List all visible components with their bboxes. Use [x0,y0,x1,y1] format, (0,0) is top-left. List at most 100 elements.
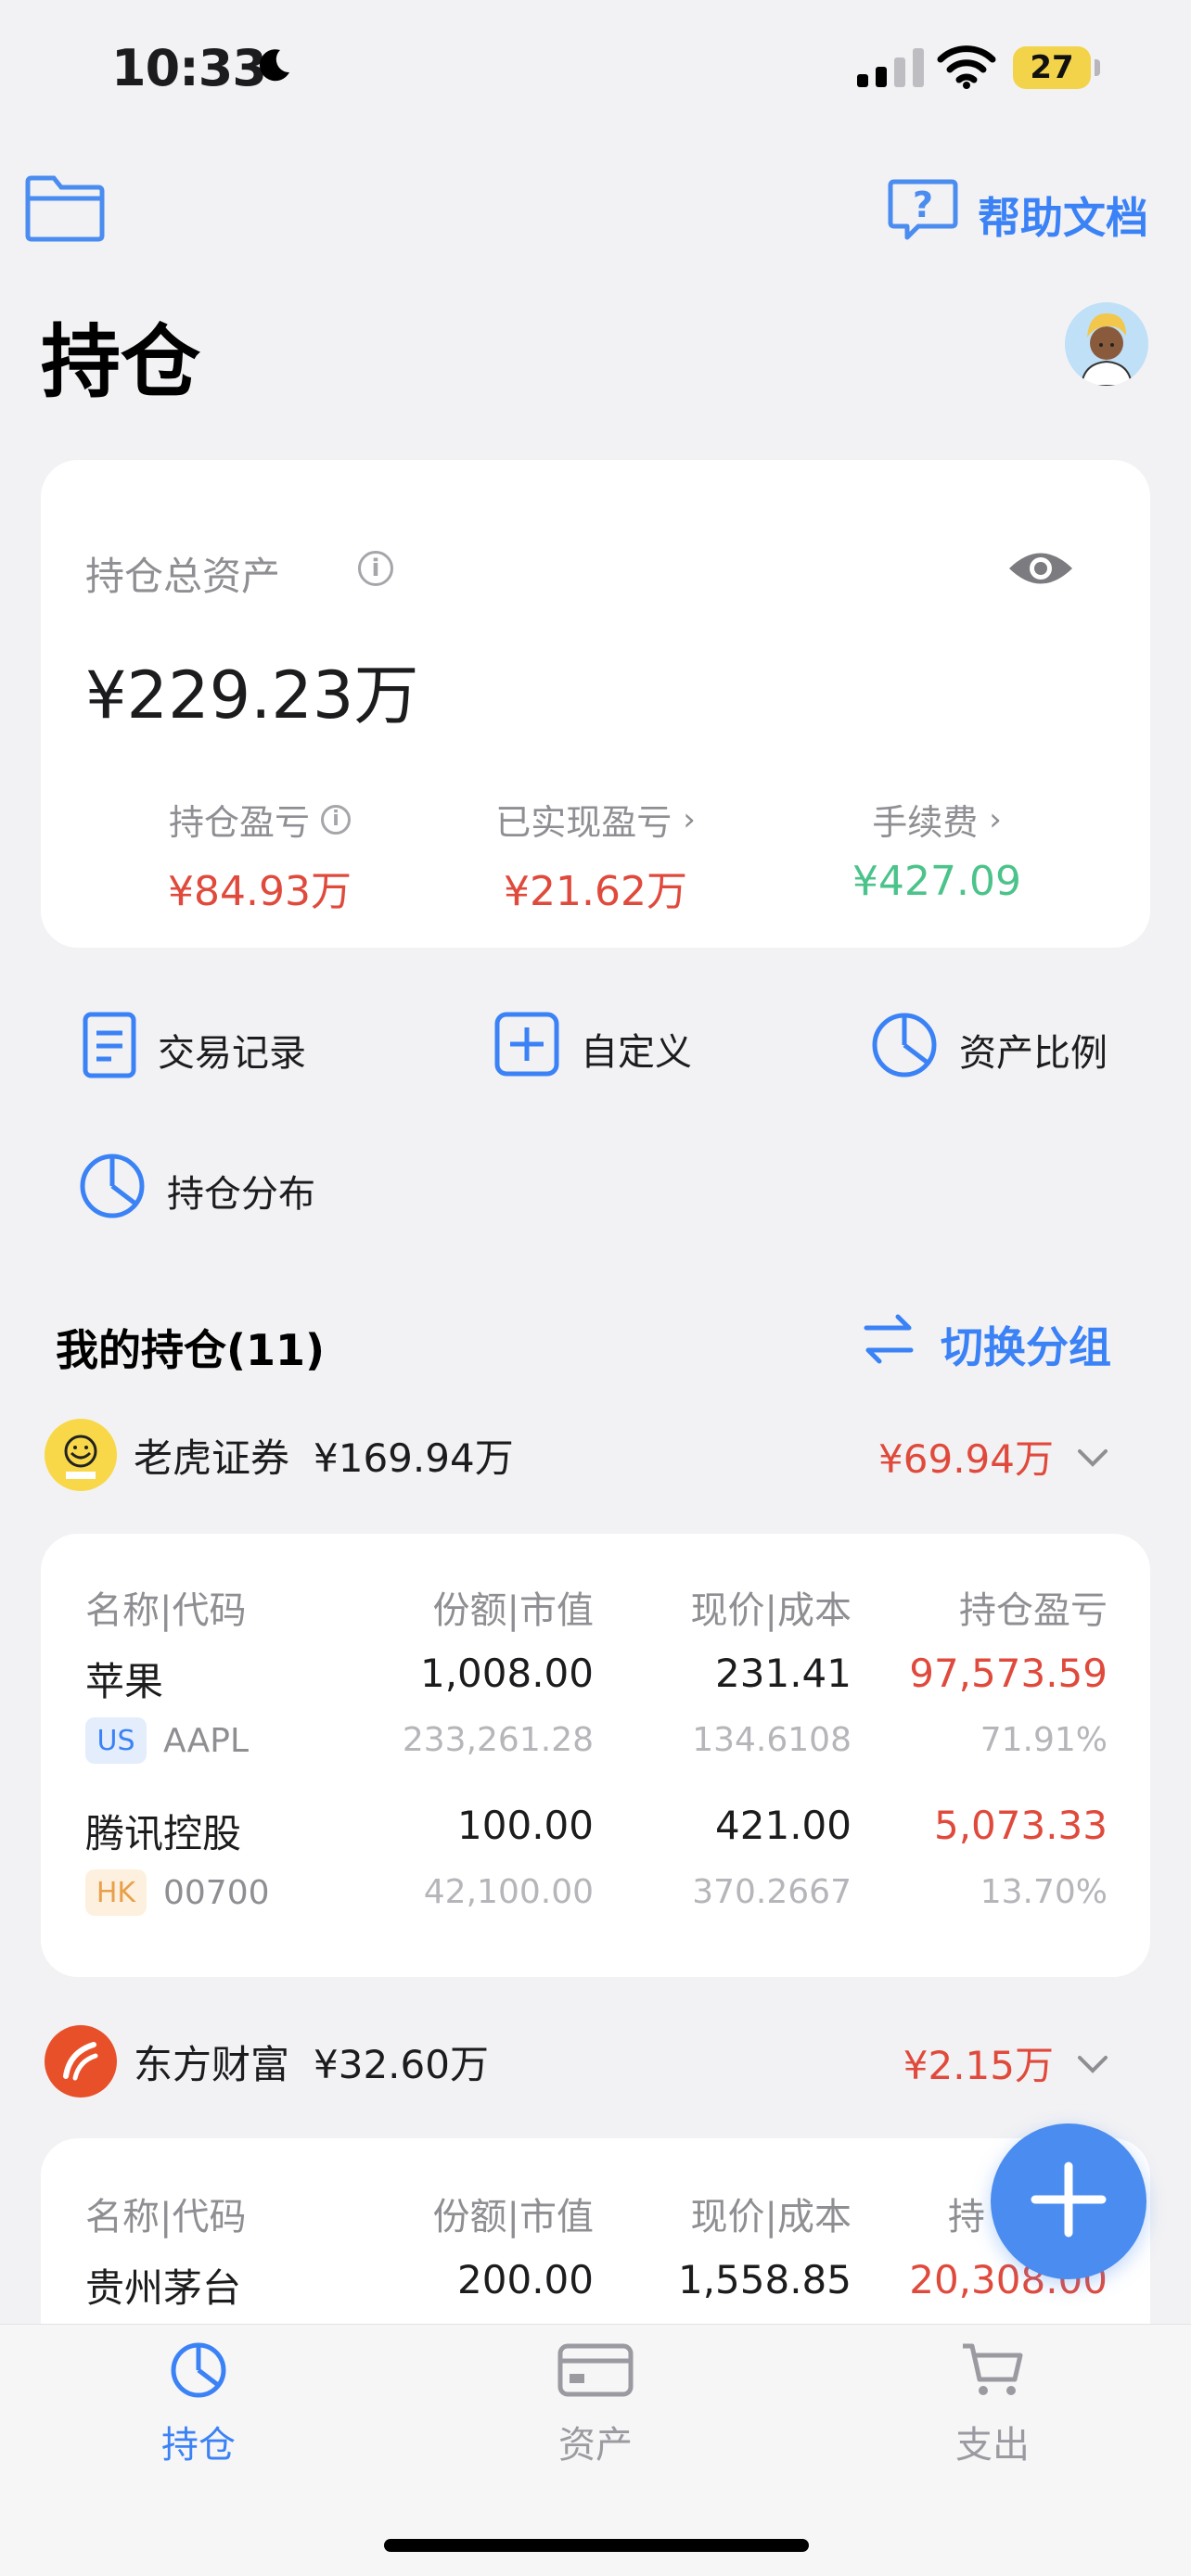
info-icon: i [321,804,351,835]
broker-name: 东方财富 [134,2041,290,2087]
tab-assets[interactable]: 资产 [484,2340,707,2468]
status-time: 10:33 [111,39,267,97]
stat-position-pnl[interactable]: 持仓盈亏 i ¥84.93万 [111,794,408,917]
eastmoney-logo-icon [45,2025,117,2098]
tiger-logo-icon [45,1419,117,1491]
stat-value: ¥84.93万 [168,868,352,915]
tab-label: 资产 [558,2424,633,2467]
battery-tip [1095,59,1100,76]
column-header: 份额|市值 [432,1589,594,1632]
broker-name: 老虎证券 [134,1435,290,1481]
shares: 200.00 [457,2257,594,2302]
tab-label: 持仓 [161,2424,236,2467]
tab-expenses[interactable]: 支出 [881,2340,1104,2468]
pie-chart-icon [870,1011,939,1089]
plus-square-icon [493,1011,560,1087]
stat-label: 手续费 [872,802,979,843]
stock-name[interactable]: 贵州茅台 [85,2257,241,2314]
stock-name[interactable]: 腾讯控股 [85,1803,241,1859]
market-value: 42,100.00 [423,1873,594,1911]
broker-amount: ¥169.94万 [314,1435,514,1481]
total-assets-label: 持仓总资产 [85,554,281,599]
current-price: 1,558.85 [677,2257,852,2302]
action-customize[interactable]: 自定义 [493,1011,692,1087]
stock-name[interactable]: 苹果 [85,1651,163,1707]
stat-value: ¥427.09 [852,858,1021,905]
pnl-percent: 71.91% [980,1721,1108,1759]
chevron-down-icon [1076,2040,1109,2085]
switch-group-button[interactable]: 切换分组 [863,1311,1111,1377]
broker-pnl: ¥69.94万 [878,1436,1054,1482]
card-icon [557,2340,634,2409]
chevron-right-icon: › [989,800,1002,838]
market-value: 233,261.28 [402,1721,594,1759]
action-label: 资产比例 [959,1032,1108,1075]
avatar[interactable] [1065,302,1148,386]
cellular-signal-icon [857,46,924,87]
pie-chart-icon [78,1152,147,1230]
moon-icon [256,46,293,87]
tab-label: 支出 [955,2424,1030,2467]
column-header: 名称|代码 [85,1589,247,1632]
broker-pnl: ¥2.15万 [903,2043,1054,2088]
help-docs-button[interactable]: ? 帮助文档 [887,176,1148,253]
stock-code: 00700 [163,1873,270,1912]
swap-arrows-icon [863,1311,915,1377]
cost-price: 134.6108 [692,1721,852,1759]
stat-fees[interactable]: 手续费 › ¥427.09 [788,794,1085,906]
switch-group-label: 切换分组 [941,1321,1111,1372]
shares: 100.00 [457,1803,594,1848]
tab-holdings[interactable]: 持仓 [87,2340,310,2468]
add-holding-button[interactable] [991,2123,1146,2279]
stat-realized-pnl[interactable]: 已实现盈亏 › ¥21.62万 [447,794,744,917]
column-header: 持仓盈亏 [959,1589,1108,1632]
broker-header-eastmoney[interactable]: 东方财富 ¥32.60万 [45,2025,489,2098]
action-asset-ratio[interactable]: 资产比例 [870,1011,1108,1089]
eye-icon[interactable] [1005,545,1076,595]
broker-amount: ¥32.60万 [314,2041,489,2087]
stock-code-group: HK 00700 [85,1869,270,1916]
column-header: 名称|代码 [85,2196,247,2238]
column-header: 现价|成本 [690,1589,852,1632]
current-price: 231.41 [715,1651,852,1696]
action-label: 持仓分布 [167,1173,315,1216]
action-label: 交易记录 [158,1032,306,1075]
column-header: 现价|成本 [690,2196,852,2238]
broker-pnl-toggle[interactable]: ¥2.15万 [903,2034,1109,2091]
action-position-distribution[interactable]: 持仓分布 [78,1152,315,1230]
pnl-percent: 13.70% [980,1873,1108,1911]
svg-text:?: ? [913,185,933,225]
market-tag: HK [85,1869,147,1916]
position-pnl: 97,573.59 [909,1651,1108,1696]
home-indicator [384,2539,809,2552]
cart-icon [959,2340,1026,2409]
folder-icon[interactable] [22,174,108,247]
stock-code-group: US AAPL [85,1717,249,1764]
document-icon [82,1011,137,1089]
market-tag: US [85,1717,147,1764]
wifi-icon [937,45,996,93]
action-trade-records[interactable]: 交易记录 [82,1011,306,1089]
current-price: 421.00 [715,1803,852,1848]
pie-chart-icon [169,2340,228,2409]
stat-label: 持仓盈亏 [168,802,310,843]
broker-header-tiger[interactable]: 老虎证券 ¥169.94万 [45,1419,514,1491]
position-pnl: 5,073.33 [933,1803,1108,1848]
column-header: 份额|市值 [432,2196,594,2238]
cost-price: 370.2667 [692,1873,852,1911]
shares: 1,008.00 [419,1651,594,1696]
action-label: 自定义 [581,1031,692,1074]
stat-value: ¥21.62万 [504,868,687,915]
battery-indicator: 27 [1013,46,1091,89]
plus-icon [1030,2161,1108,2242]
broker-pnl-toggle[interactable]: ¥69.94万 [878,1428,1109,1485]
holdings-title: 我的持仓(11) [56,1325,326,1375]
stat-label: 已实现盈亏 [495,802,672,843]
chevron-down-icon [1076,1434,1109,1479]
help-question-icon: ? [887,176,959,253]
chevron-right-icon: › [683,800,696,838]
help-docs-label: 帮助文档 [978,192,1148,243]
column-header: 持 [948,2196,985,2238]
info-icon[interactable]: i [358,551,393,586]
stock-code: AAPL [163,1721,250,1760]
